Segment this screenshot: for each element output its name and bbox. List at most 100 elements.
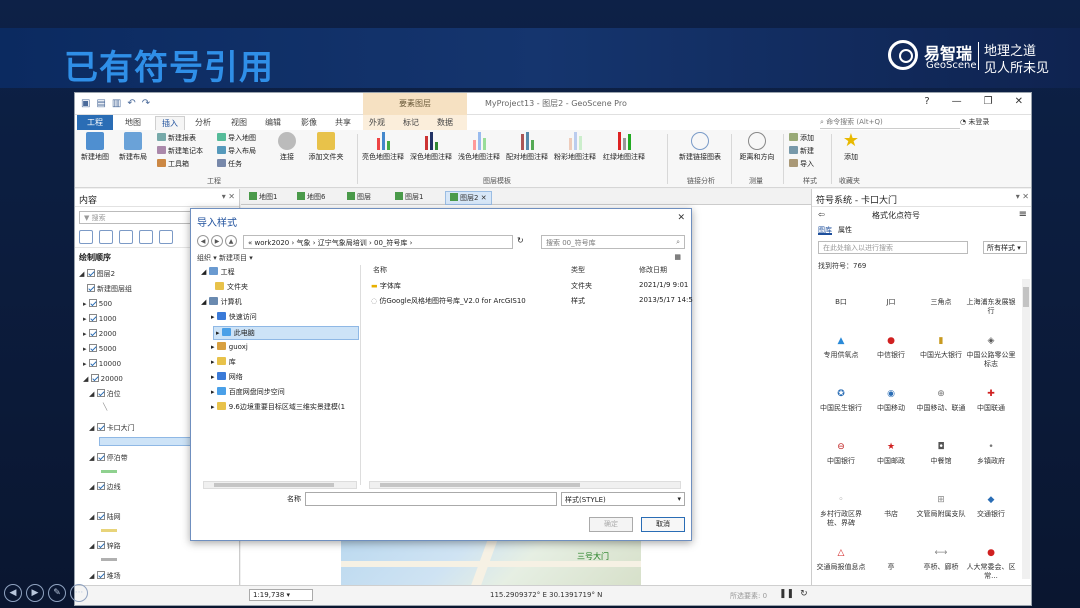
column-date[interactable]: 修改日期 xyxy=(639,265,667,275)
checkbox[interactable] xyxy=(90,374,99,382)
new-link-chart-button[interactable]: 新建链接图表 xyxy=(673,130,727,162)
layer-item[interactable]: ▸ 5000 xyxy=(83,344,117,353)
view-icon[interactable]: ▦ xyxy=(674,253,681,261)
layer-item[interactable]: ▸ 1000 xyxy=(83,314,117,323)
more-icon[interactable]: ··· xyxy=(70,584,88,602)
layer-item[interactable]: ◢ 图层2 xyxy=(79,269,115,279)
undo-icon[interactable]: ↶ xyxy=(127,98,135,109)
symbol-item[interactable]: ◘ 中餐馆 xyxy=(916,434,966,487)
toolbox-button[interactable]: 工具箱 xyxy=(157,158,189,170)
tree-item[interactable]: ▸ 快速访问 xyxy=(211,312,257,322)
checkbox[interactable] xyxy=(96,423,105,431)
checkbox[interactable] xyxy=(88,314,97,322)
tab-view[interactable]: 视图 xyxy=(225,116,253,129)
symbol-item[interactable]: 三角点 xyxy=(916,275,966,328)
filetype-select[interactable]: 样式(STYLE) ▾ xyxy=(561,492,685,506)
template-paired-button[interactable]: 配对地图注释 xyxy=(505,130,549,162)
menu-icon[interactable]: ≡ xyxy=(1019,209,1027,220)
checkbox[interactable] xyxy=(96,453,105,461)
symbol-item[interactable]: ▮ 中国光大银行 xyxy=(916,328,966,381)
symbol-item[interactable]: ◉ 中国移动 xyxy=(866,381,916,434)
horizontal-scrollbar[interactable] xyxy=(203,481,357,489)
prev-icon[interactable]: ◀ xyxy=(4,584,22,602)
refresh-icon[interactable]: ↻ xyxy=(800,589,808,599)
symbol-item[interactable]: 书店 xyxy=(866,487,916,540)
tab-project[interactable]: 工程 xyxy=(77,115,113,130)
favorites-add-button[interactable]: ★ 添加 xyxy=(833,130,869,162)
tab-edit[interactable]: 编辑 xyxy=(259,116,287,129)
cancel-button[interactable]: 取消 xyxy=(641,517,685,532)
checkbox[interactable] xyxy=(88,329,97,337)
tab-data[interactable]: 数据 xyxy=(431,116,459,129)
new-notebook-button[interactable]: 新建笔记本 xyxy=(157,145,203,157)
pane-close-icon[interactable]: ▾ ✕ xyxy=(1016,192,1029,201)
checkbox[interactable] xyxy=(96,482,105,490)
address-bar[interactable]: « work2020 › 气象 › 辽宁气象局培训 › 00_符号库 › xyxy=(243,235,513,249)
tree-item[interactable]: ▸ 网络 xyxy=(211,372,243,382)
layer-item[interactable]: ▸ 500 xyxy=(83,299,112,308)
checkbox[interactable] xyxy=(96,389,105,397)
tree-item[interactable]: ▸ 百度网盘同步空间 xyxy=(211,387,285,397)
restore-icon[interactable]: ❐ xyxy=(984,96,993,107)
layer-item[interactable]: ◢ 20000 xyxy=(83,374,123,383)
template-dark-button[interactable]: 深色地图注释 xyxy=(409,130,453,162)
task-button[interactable]: 任务 xyxy=(217,158,242,170)
layer-item[interactable]: ◢ 泊位 xyxy=(89,389,121,399)
symbol-item[interactable]: ⊖ 中国银行 xyxy=(816,434,866,487)
column-type[interactable]: 类型 xyxy=(571,265,585,275)
checkbox[interactable] xyxy=(86,269,95,277)
layer-item[interactable]: ▸ 10000 xyxy=(83,359,121,368)
tab-analysis[interactable]: 分析 xyxy=(189,116,217,129)
back-icon[interactable]: ◀ xyxy=(197,235,209,247)
checkbox[interactable] xyxy=(96,541,105,549)
tree-item[interactable]: ▸ 9.6边境重要目标区域三维实景建模(1 xyxy=(211,402,345,412)
style-filter-select[interactable]: 所有样式 ▾ xyxy=(983,241,1027,254)
forward-icon[interactable]: ▶ xyxy=(211,235,223,247)
symbol-item[interactable]: J口 xyxy=(866,275,916,328)
checkbox[interactable] xyxy=(96,571,105,579)
dialog-close-icon[interactable]: ✕ xyxy=(677,213,685,223)
template-redgreen-button[interactable]: 红绿地图注释 xyxy=(601,130,647,162)
checkbox[interactable] xyxy=(88,344,97,352)
add-folder-button[interactable]: 添加文件夹 xyxy=(303,130,349,162)
symbol-item[interactable]: ⊕ 中国移动、联通 xyxy=(916,381,966,434)
source-icon[interactable] xyxy=(99,230,113,244)
pen-icon[interactable]: ✎ xyxy=(48,584,66,602)
checkbox[interactable] xyxy=(96,512,105,520)
symbol-item[interactable]: ◆ 交通银行 xyxy=(966,487,1016,540)
layer-item[interactable]: ◢ 卡口大门 xyxy=(89,423,135,433)
symbol-item[interactable]: ★ 中国邮政 xyxy=(866,434,916,487)
doc-tab-layer2[interactable]: 图层2 ✕ xyxy=(445,191,492,205)
layer-item[interactable]: ◢ 陆网 xyxy=(89,512,121,522)
symbol-item[interactable]: ◦ 乡村行政区界桩、界碑 xyxy=(816,487,866,540)
tree-item[interactable]: ◢ 工程 xyxy=(201,267,235,277)
connect-button[interactable]: 连接 xyxy=(267,130,307,162)
symbol-search-input[interactable]: 在此处输入以进行搜索 xyxy=(818,241,968,254)
tree-item[interactable]: ▸ guoxj xyxy=(211,342,248,351)
tab-insert[interactable]: 插入 xyxy=(155,116,185,130)
dialog-search-input[interactable]: 搜索 00_符号库 ⌕ xyxy=(541,235,685,249)
new-item-button[interactable]: 新建项目 xyxy=(219,254,247,262)
symbol-item[interactable]: ● 中信银行 xyxy=(866,328,916,381)
checkbox[interactable] xyxy=(88,299,97,307)
file-row[interactable]: ▬ 字体库 xyxy=(371,281,401,291)
template-light-button[interactable]: 亮色地图注释 xyxy=(361,130,405,162)
layer-item[interactable]: ◢ 堆场 xyxy=(89,571,121,581)
snapping-icon[interactable] xyxy=(159,230,173,244)
layer-item[interactable]: ◢ 锌路 xyxy=(89,541,121,551)
close-icon[interactable]: ✕ xyxy=(1015,96,1023,107)
tab-gallery[interactable]: 图库 xyxy=(818,225,832,235)
help-icon[interactable]: ? xyxy=(924,96,929,107)
ok-button[interactable]: 确定 xyxy=(589,517,633,532)
doc-tab-map1[interactable]: 地图1 xyxy=(245,191,281,203)
editing-icon[interactable] xyxy=(139,230,153,244)
import-layout-button[interactable]: 导入布局 xyxy=(217,145,256,157)
back-icon[interactable]: ⇦ xyxy=(818,210,825,219)
layer-item[interactable]: ◢ 停泊带 xyxy=(89,453,128,463)
symbol-item[interactable]: • 乡镇政府 xyxy=(966,434,1016,487)
symbol-item[interactable]: ⊞ 文管局附属支队 xyxy=(916,487,966,540)
symbol-item[interactable]: B口 xyxy=(816,275,866,328)
tab-appearance[interactable]: 外观 xyxy=(363,116,391,129)
tab-properties[interactable]: 属性 xyxy=(838,225,852,235)
tab-imagery[interactable]: 影像 xyxy=(295,116,323,129)
